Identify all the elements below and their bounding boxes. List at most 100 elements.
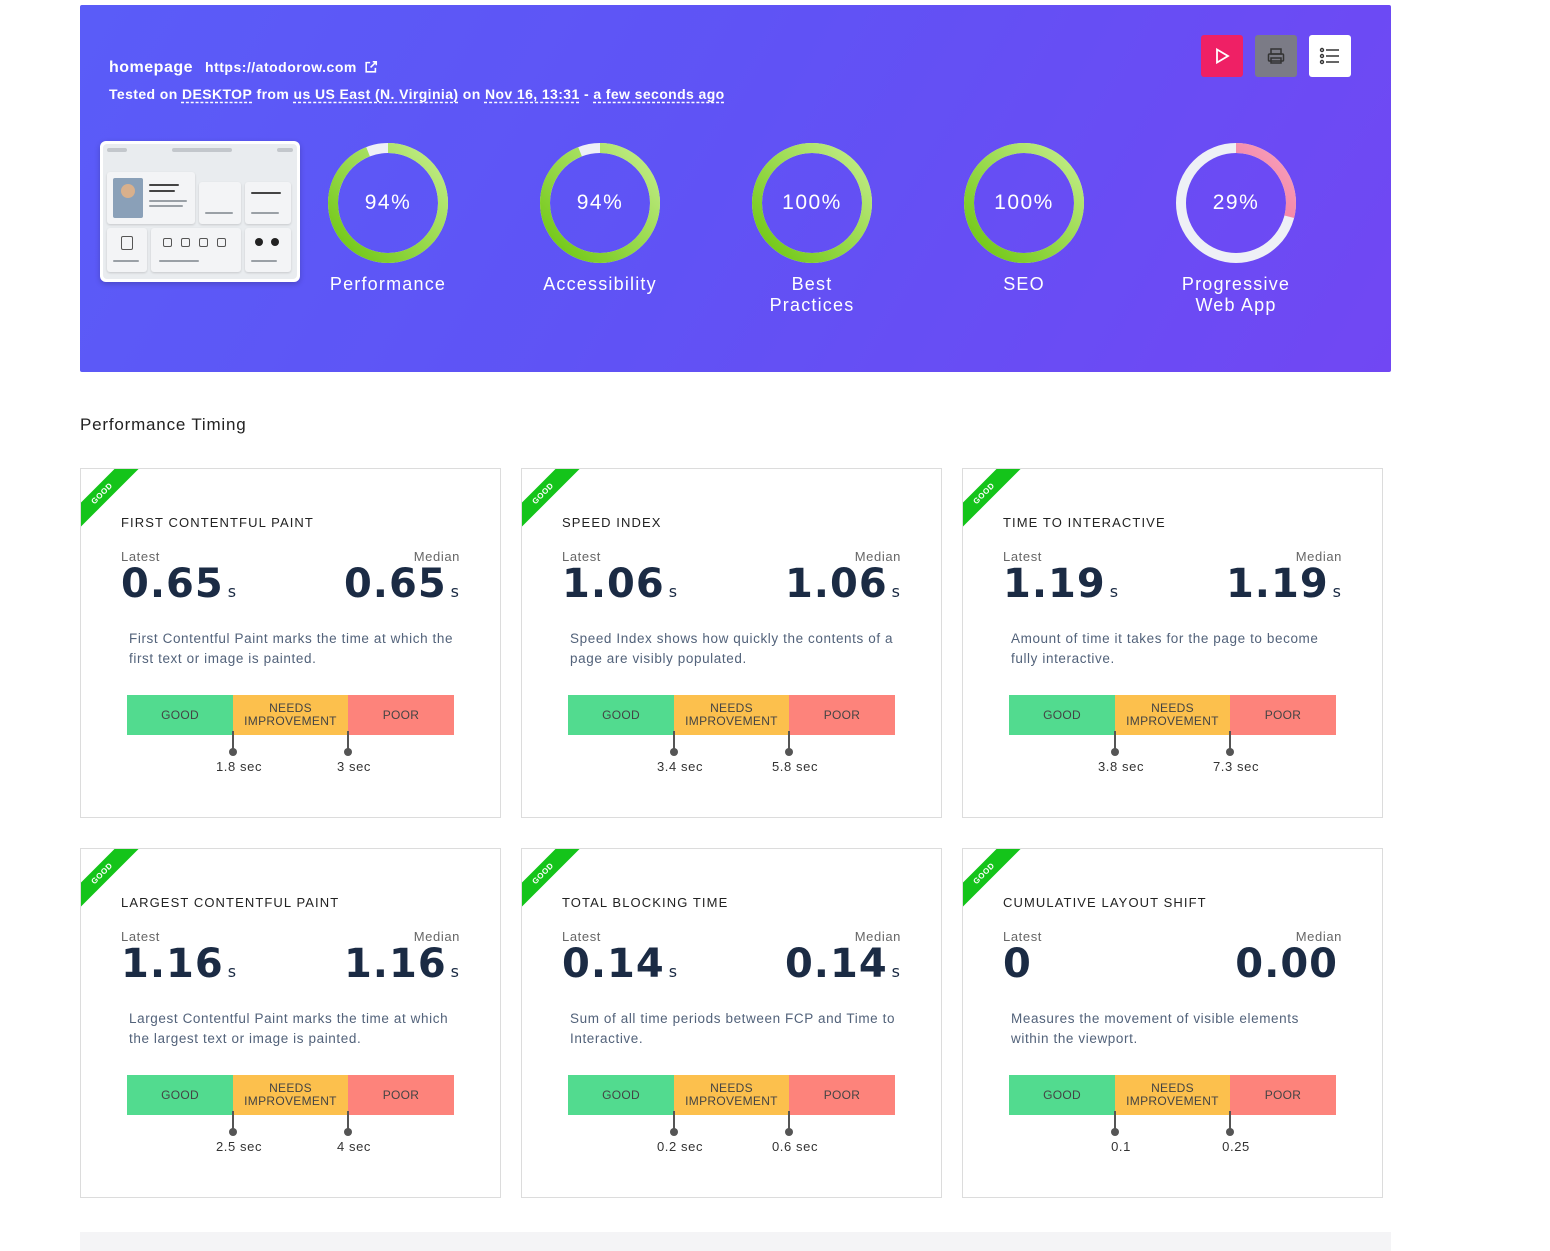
gauge-label: Performance: [323, 274, 453, 295]
report-header: homepage https://atodorow.com Tested on …: [80, 5, 1391, 372]
page-url-link[interactable]: https://atodorow.com: [205, 59, 378, 75]
threshold-tick: [1111, 1111, 1119, 1136]
gauge-value: 29%: [1212, 191, 1260, 214]
threshold-label-2: 0.25: [1222, 1139, 1250, 1154]
latest-number: 1.16: [121, 941, 224, 987]
printer-icon: [1267, 48, 1285, 64]
score-gauge[interactable]: 100% Best Practices: [747, 138, 877, 316]
separator: -: [583, 86, 590, 102]
gauge-value: 94%: [576, 191, 624, 214]
threshold-label-1: 0.1: [1111, 1139, 1131, 1154]
latest-value: 0.14 s: [562, 941, 678, 987]
run-test-button[interactable]: [1201, 35, 1243, 77]
on-label: on: [462, 86, 481, 102]
threshold-tick: [1226, 731, 1234, 756]
metric-description: Sum of all time periods between FCP and …: [570, 1011, 896, 1046]
latest-unit: s: [668, 962, 679, 981]
scale-needs-improvement: NEEDS IMPROVEMENT: [233, 1075, 348, 1115]
gauge-label-line1: Best: [791, 274, 833, 294]
external-link-icon[interactable]: [364, 60, 378, 74]
metric-title: LARGEST CONTENTFUL PAINT: [121, 895, 340, 910]
latest-value: 0.65 s: [121, 561, 237, 607]
score-gauge[interactable]: 94% Accessibility: [535, 138, 665, 295]
page-screenshot-thumbnail[interactable]: [100, 141, 300, 282]
threshold-label-1: 3.8 sec: [1097, 759, 1145, 774]
location-link[interactable]: us US East (N. Virginia): [294, 86, 459, 102]
metric-card: GOOD FIRST CONTENTFUL PAINT Latest Median 0.…: [80, 468, 501, 818]
threshold-label-2: 5.8 sec: [771, 759, 819, 774]
threshold-tick: [785, 1111, 793, 1136]
list-button[interactable]: [1309, 35, 1351, 77]
test-details: Tested on DESKTOP from us US East (N. Vi…: [109, 86, 725, 102]
threshold-tick: [1226, 1111, 1234, 1136]
gauge-value: 100%: [994, 191, 1054, 214]
median-number: 0.14: [784, 941, 888, 987]
metric-title: TIME TO INTERACTIVE: [1003, 515, 1166, 530]
median-value: 1.16 s: [344, 941, 460, 987]
print-button[interactable]: [1255, 35, 1297, 77]
scale-poor: POOR: [348, 1075, 454, 1115]
threshold-tick: [670, 731, 678, 756]
scale-needs-improvement: NEEDS IMPROVEMENT: [233, 695, 348, 735]
metric-description: Largest Contentful Paint marks the time …: [129, 1011, 449, 1046]
scale-needs-improvement: NEEDS IMPROVEMENT: [674, 1075, 789, 1115]
scale-needs-improvement: NEEDS IMPROVEMENT: [1115, 695, 1230, 735]
threshold-label-1: 2.5 sec: [215, 1139, 263, 1154]
gauge-value: 94%: [364, 191, 412, 214]
threshold-label-2: 3 sec: [336, 759, 372, 774]
threshold-label-1: 0.2 sec: [656, 1139, 704, 1154]
threshold-tick: [229, 1111, 237, 1136]
metric-title: CUMULATIVE LAYOUT SHIFT: [1003, 895, 1207, 910]
relative-time-link[interactable]: a few seconds ago: [593, 86, 724, 102]
median-number: 1.19: [1225, 561, 1329, 607]
threshold-label-2: 0.6 sec: [771, 1139, 819, 1154]
gauge-label: Best Practices: [747, 274, 877, 316]
latest-value: 1.16 s: [121, 941, 237, 987]
latest-number: 0.65: [121, 561, 224, 607]
threshold-tick: [229, 731, 237, 756]
metric-title: TOTAL BLOCKING TIME: [562, 895, 729, 910]
device-link[interactable]: DESKTOP: [182, 86, 252, 102]
scale-poor: POOR: [789, 695, 895, 735]
median-unit: s: [450, 962, 460, 981]
median-value: 0.00: [1235, 941, 1342, 987]
metric-title: FIRST CONTENTFUL PAINT: [121, 515, 314, 530]
scale-poor: POOR: [348, 695, 454, 735]
gauge-label: Accessibility: [535, 274, 665, 295]
scale-needs-improvement: NEEDS IMPROVEMENT: [1115, 1075, 1230, 1115]
median-number: 1.16: [343, 941, 447, 987]
header-actions: [1201, 35, 1351, 77]
threshold-scale: GOOD NEEDS IMPROVEMENT POOR: [1009, 695, 1336, 735]
median-value: 1.06 s: [785, 561, 901, 607]
median-unit: s: [450, 582, 460, 601]
scale-good: GOOD: [127, 1075, 233, 1115]
score-gauge[interactable]: 100% SEO: [959, 138, 1089, 295]
tested-on-label: Tested on: [109, 86, 178, 102]
metric-card: GOOD TOTAL BLOCKING TIME Latest Median 0.14 s…: [521, 848, 942, 1198]
metric-title: SPEED INDEX: [562, 515, 662, 530]
score-gauge[interactable]: 29% Progressive Web App: [1171, 138, 1301, 316]
test-date-link[interactable]: Nov 16, 13:31: [485, 86, 580, 102]
page-url[interactable]: https://atodorow.com: [205, 59, 357, 75]
metric-card: GOOD CUMULATIVE LAYOUT SHIFT Latest Median 0…: [962, 848, 1383, 1198]
metric-card: GOOD SPEED INDEX Latest Median 1.06 s 1.06 s Spe…: [521, 468, 942, 818]
metric-card: GOOD LARGEST CONTENTFUL PAINT Latest Median…: [80, 848, 501, 1198]
metric-description: First Contentful Paint marks the time at…: [129, 631, 454, 666]
metric-card: GOOD TIME TO INTERACTIVE Latest Median 1.19 s…: [962, 468, 1383, 818]
latest-number: 1.19: [1003, 561, 1106, 607]
latest-value: 1.06 s: [562, 561, 678, 607]
gauge-label-line1: Accessibility: [543, 274, 657, 294]
latest-number: 0.14: [562, 941, 665, 987]
threshold-tick: [785, 731, 793, 756]
scale-poor: POOR: [1230, 695, 1336, 735]
scale-good: GOOD: [568, 1075, 674, 1115]
report-meta: homepage https://atodorow.com Tested on …: [109, 59, 725, 102]
gauge-label-line2: Practices: [769, 295, 855, 315]
gauge-label-line1: SEO: [1003, 274, 1045, 294]
scale-good: GOOD: [568, 695, 674, 735]
latest-unit: s: [1109, 582, 1120, 601]
latest-value: 0: [1003, 941, 1036, 987]
scale-poor: POOR: [1230, 1075, 1336, 1115]
score-gauge[interactable]: 94% Performance: [323, 138, 453, 295]
threshold-scale: GOOD NEEDS IMPROVEMENT POOR: [568, 1075, 895, 1115]
